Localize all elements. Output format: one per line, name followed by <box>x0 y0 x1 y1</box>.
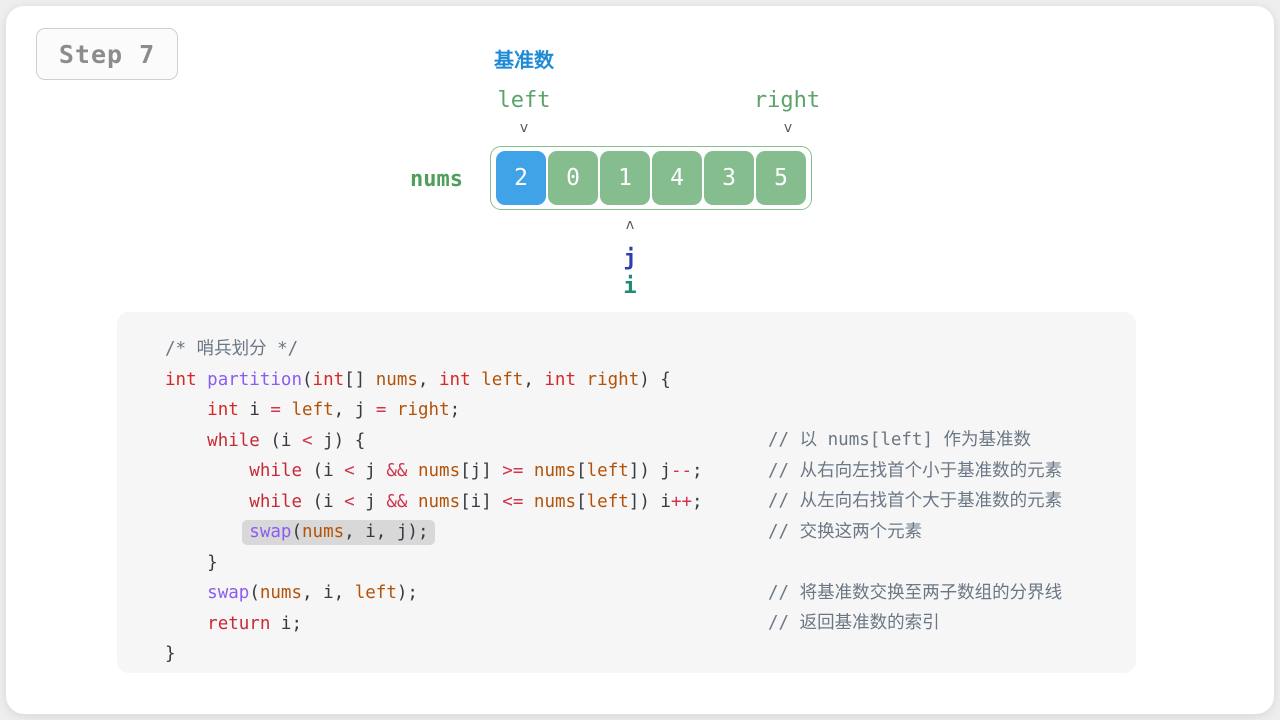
highlighted-code-line: swap(nums, i, j); <box>242 520 436 545</box>
ij-pointer-chevron-up-icon: ᴧ <box>625 217 635 233</box>
array-cell[interactable]: 5 <box>756 151 806 205</box>
token-nums: nums <box>533 491 577 512</box>
token-i: i <box>323 461 334 481</box>
pivot-label: 基准数 <box>494 48 554 72</box>
token-nums: nums <box>259 583 303 603</box>
token-j: j <box>396 522 408 542</box>
code-comment-header: /* 哨兵划分 */ <box>165 339 299 359</box>
code-comment: // 以 nums[left] 作为基准数 <box>768 430 1032 450</box>
token-nums: nums <box>417 461 461 481</box>
token-left: left <box>586 461 629 481</box>
token-right: right <box>396 400 450 420</box>
code-comment: // 返回基准数的索引 <box>768 613 940 633</box>
token-j: j <box>660 461 671 481</box>
right-pointer-chevron-down-icon: ᴠ <box>783 120 793 136</box>
left-pointer-label: left <box>497 88 551 113</box>
j-pointer-label: j <box>623 246 637 271</box>
token-while: while <box>249 491 302 512</box>
token-right: right <box>586 369 640 390</box>
token-left: left <box>354 583 397 603</box>
token-int: int <box>544 369 576 390</box>
array-cell[interactable]: 4 <box>652 151 702 205</box>
array-cell[interactable]: 3 <box>704 151 754 205</box>
token-i: i <box>280 613 292 634</box>
token-int: int <box>312 369 345 390</box>
array-container: 2 0 1 4 3 5 <box>490 146 812 210</box>
array-cell[interactable]: 0 <box>548 151 598 205</box>
token-j: j <box>470 461 482 481</box>
i-pointer-label: i <box>623 274 637 299</box>
token-int: int <box>439 369 471 390</box>
token-i: i <box>470 491 482 512</box>
token-nums: nums <box>375 369 418 390</box>
token-i: i <box>323 583 334 603</box>
token-partition: partition <box>207 369 302 390</box>
token-int: int <box>207 400 239 420</box>
token-left: left <box>291 400 334 420</box>
code-block: /* 哨兵划分 */ int partition(int[] nums, int… <box>117 312 1136 673</box>
token-swap: swap <box>249 522 292 542</box>
code-comment: // 交换这两个元素 <box>768 521 923 542</box>
code-comment: // 从右向左找首个小于基准数的元素 <box>768 460 1063 481</box>
token-swap: swap <box>207 583 250 603</box>
token-nums: nums <box>302 522 345 542</box>
token-brackets: [] <box>344 369 366 390</box>
token-i: i <box>249 400 260 420</box>
token-left: left <box>586 491 629 512</box>
token-j: j <box>365 461 376 481</box>
array-diagram: 基准数 left ᴠ right ᴠ nums 2 0 1 4 3 5 ᴧ j … <box>6 6 1274 306</box>
token-i: i <box>280 430 292 451</box>
array-name-label: nums <box>410 167 463 192</box>
token-while: while <box>207 430 260 451</box>
slide-card: Step 7 基准数 left ᴠ right ᴠ nums 2 0 1 4 3… <box>6 6 1274 714</box>
left-pointer-chevron-down-icon: ᴠ <box>519 120 529 136</box>
token-i: i <box>660 491 671 512</box>
token-i: i <box>365 522 376 542</box>
array-cell[interactable]: 1 <box>600 151 650 205</box>
token-left: left <box>481 369 524 390</box>
token-return: return <box>207 613 271 634</box>
token-i: i <box>323 491 334 512</box>
token-j: j <box>323 430 334 451</box>
code-comment: // 将基准数交换至两子数组的分界线 <box>768 582 1063 603</box>
code-comment: // 从左向右找首个大于基准数的元素 <box>768 491 1063 511</box>
token-nums: nums <box>533 461 577 481</box>
token-j: j <box>354 400 366 420</box>
token-while: while <box>249 461 302 481</box>
right-pointer-label: right <box>753 88 821 113</box>
token-int: int <box>165 369 197 390</box>
token-j: j <box>365 491 376 512</box>
array-cell[interactable]: 2 <box>496 151 546 205</box>
token-nums: nums <box>417 491 461 512</box>
